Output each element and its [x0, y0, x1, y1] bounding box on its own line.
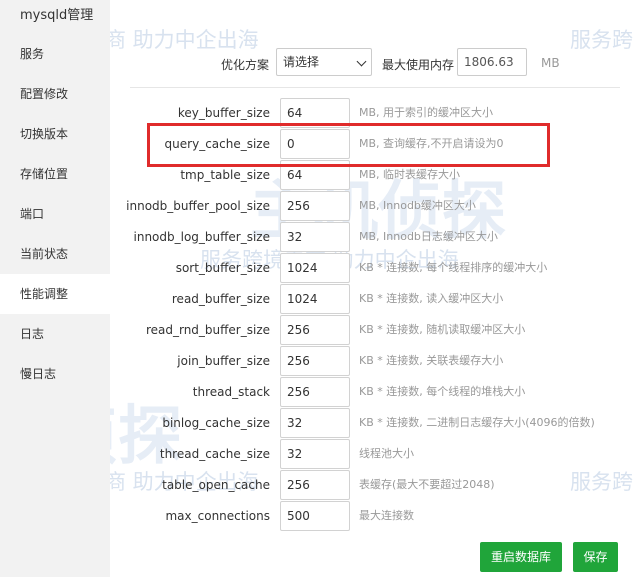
sidebar-item-service[interactable]: 服务 [0, 34, 110, 74]
setting-description: KB * 连接数, 二进制日志缓存大小(4096的倍数) [359, 416, 595, 429]
highlight-box [147, 123, 550, 167]
setting-description: KB * 连接数, 读入缓冲区大小 [359, 292, 504, 305]
optimize-plan-label: 优化方案 [221, 58, 270, 72]
sidebar-item-log[interactable]: 日志 [0, 314, 110, 354]
setting-label: innodb_buffer_pool_size [126, 199, 270, 213]
setting-description: 线程池大小 [359, 447, 414, 460]
optimize-plan-select[interactable]: 请选择 [276, 48, 372, 76]
setting-input-innodb-log-buffer-size[interactable]: 32 [280, 222, 350, 252]
sidebar-item-status[interactable]: 当前状态 [0, 234, 110, 274]
setting-description: 表缓存(最大不要超过2048) [359, 478, 495, 491]
max-memory-label: 最大使用内存 [382, 58, 455, 72]
setting-label: thread_stack [192, 385, 270, 399]
setting-description: MB, Innodb日志缓冲区大小 [359, 230, 498, 243]
setting-label: innodb_log_buffer_size [133, 230, 271, 244]
setting-label: join_buffer_size [177, 354, 270, 368]
setting-input-innodb-buffer-pool-size[interactable]: 256 [280, 191, 350, 221]
setting-label: max_connections [165, 509, 270, 523]
save-button[interactable]: 保存 [573, 542, 618, 572]
sidebar-item-slowlog[interactable]: 慢日志 [0, 354, 110, 394]
sidebar-item-performance[interactable]: 性能调整 [0, 274, 110, 314]
setting-input-binlog-cache-size[interactable]: 32 [280, 408, 350, 438]
max-memory-unit: MB [541, 56, 560, 70]
setting-label: thread_cache_size [159, 447, 270, 461]
setting-label: read_rnd_buffer_size [145, 323, 270, 337]
watermark-text: 服务跨 [570, 28, 633, 52]
setting-description: KB * 连接数, 每个线程排序的缓冲大小 [359, 261, 548, 274]
setting-description: MB, Innodb缓冲区大小 [359, 199, 476, 212]
setting-input-join-buffer-size[interactable]: 256 [280, 346, 350, 376]
setting-label: binlog_cache_size [162, 416, 270, 430]
setting-input-table-open-cache[interactable]: 256 [280, 470, 350, 500]
setting-label: table_open_cache [162, 478, 270, 492]
chevron-down-icon [356, 56, 367, 67]
restart-database-button[interactable]: 重启数据库 [480, 542, 562, 572]
sidebar-item-version[interactable]: 切换版本 [0, 114, 110, 154]
max-memory-input[interactable]: 1806.63 [457, 48, 527, 76]
setting-input-read-buffer-size[interactable]: 1024 [280, 284, 350, 314]
setting-input-thread-stack[interactable]: 256 [280, 377, 350, 407]
sidebar-item-port[interactable]: 端口 [0, 194, 110, 234]
window-title: mysqld管理 [20, 8, 94, 23]
setting-input-thread-cache-size[interactable]: 32 [280, 439, 350, 469]
watermark-text: 服务跨 [570, 470, 633, 494]
sidebar-item-storage[interactable]: 存储位置 [0, 154, 110, 194]
setting-input-read-rnd-buffer-size[interactable]: 256 [280, 315, 350, 345]
setting-label: read_buffer_size [171, 292, 270, 306]
setting-description: KB * 连接数, 每个线程的堆栈大小 [359, 385, 526, 398]
optimize-plan-value: 请选择 [283, 55, 320, 69]
setting-input-sort-buffer-size[interactable]: 1024 [280, 253, 350, 283]
setting-description: KB * 连接数, 关联表缓存大小 [359, 354, 504, 367]
setting-description: KB * 连接数, 随机读取缓冲区大小 [359, 323, 526, 336]
setting-description: 最大连接数 [359, 509, 414, 522]
divider [130, 87, 620, 88]
sidebar: mysqld管理 服务 配置修改 切换版本 存储位置 端口 当前状态 性能调整 … [0, 0, 110, 577]
setting-input-max-connections[interactable]: 500 [280, 501, 350, 531]
sidebar-item-config[interactable]: 配置修改 [0, 74, 110, 114]
setting-label: sort_buffer_size [175, 261, 270, 275]
